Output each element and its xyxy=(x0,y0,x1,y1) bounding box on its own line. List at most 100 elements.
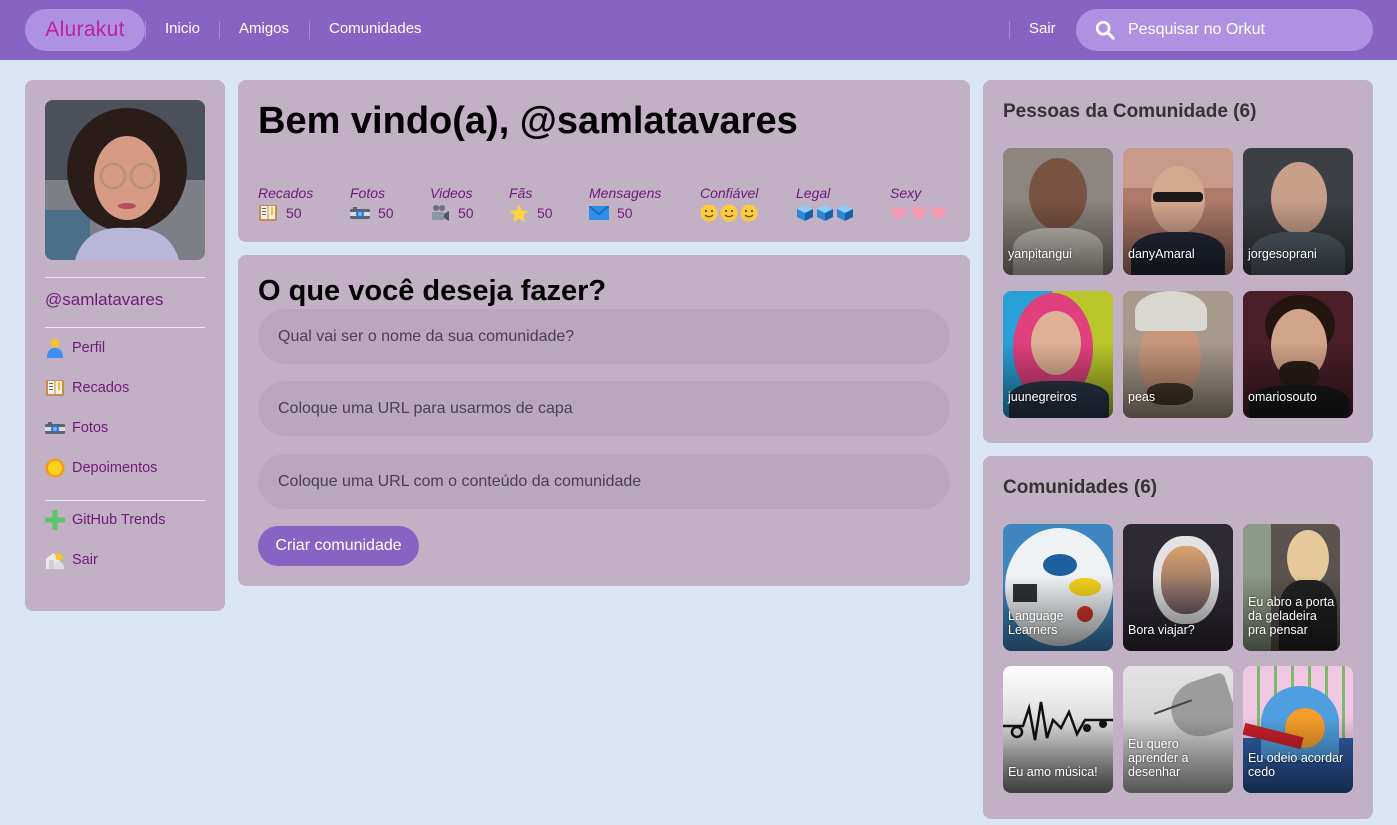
rating-label: Sexy xyxy=(890,185,922,201)
cube-icon xyxy=(817,205,833,221)
tile-shade xyxy=(1123,198,1233,275)
create-community-title: O que você deseja fazer? xyxy=(258,275,607,307)
plus-icon xyxy=(45,510,65,530)
menu-item-label: Depoimentos xyxy=(72,460,158,476)
rating-sexy: Sexy xyxy=(890,185,948,223)
logout-house-icon xyxy=(45,550,65,570)
search-bar[interactable] xyxy=(1076,9,1373,51)
smiley-icon xyxy=(720,204,738,222)
create-community-button[interactable]: Criar comunidade xyxy=(258,526,419,566)
stat-value: 50 xyxy=(537,205,553,221)
stat-value: 50 xyxy=(286,205,302,221)
stat-label: Mensagens xyxy=(589,185,662,201)
person-card[interactable]: peas xyxy=(1123,291,1233,418)
person-name: jorgesoprani xyxy=(1248,247,1317,261)
stat-value: 50 xyxy=(378,205,394,221)
cube-icon xyxy=(837,205,853,221)
stat-label: Recados xyxy=(258,185,314,201)
tile-shade xyxy=(1003,341,1113,418)
cube-icon xyxy=(797,205,813,221)
community-name: Eu abro a porta da geladeira pra pensar xyxy=(1248,595,1335,637)
profile-username[interactable]: @samlatavares xyxy=(45,290,163,310)
community-content-url-input[interactable] xyxy=(258,454,950,509)
nav-link-amigos[interactable]: Amigos xyxy=(239,20,289,37)
welcome-box: Bem vindo(a), @samlatavares Recados 50 F… xyxy=(238,80,970,242)
menu-item-github-trends[interactable]: GitHub Trends xyxy=(45,508,166,532)
community-people-box: Pessoas da Comunidade (6) yanpitangui da… xyxy=(983,80,1373,443)
community-card[interactable]: Eu abro a porta da geladeira pra pensar xyxy=(1243,524,1340,651)
camera-icon xyxy=(350,207,370,219)
top-navigation-bar: Alurakut Inicio Amigos Comunidades Sair xyxy=(0,0,1397,60)
menu-item-sair[interactable]: Sair xyxy=(45,548,98,572)
person-name: peas xyxy=(1128,390,1156,404)
community-card[interactable]: Eu amo música! xyxy=(1003,666,1113,793)
profile-sidebar: @samlatavares Perfil Recados Fotos Depoi… xyxy=(25,80,225,611)
rating-label: Legal xyxy=(796,185,831,201)
nav-link-inicio[interactable]: Inicio xyxy=(165,20,200,37)
nav-divider xyxy=(309,21,310,39)
nav-divider xyxy=(219,21,220,39)
menu-item-recados[interactable]: Recados xyxy=(45,376,129,400)
person-card[interactable]: omariosouto xyxy=(1243,291,1353,418)
community-card[interactable]: Bora viajar? xyxy=(1123,524,1233,651)
menu-item-fotos[interactable]: Fotos xyxy=(45,416,108,440)
communities-box: Comunidades (6) Language Learners Bora v… xyxy=(983,456,1373,819)
stat-videos: Videos 50 xyxy=(430,185,474,223)
community-name: Bora viajar? xyxy=(1128,623,1195,637)
rating-confiavel: Confiável xyxy=(700,185,758,223)
stat-fas: Fãs 50 xyxy=(509,185,553,223)
notebook-icon xyxy=(259,205,277,221)
stat-label: Videos xyxy=(430,185,473,201)
star-icon xyxy=(509,203,529,222)
person-card[interactable]: juunegreiros xyxy=(1003,291,1113,418)
community-name: Eu odeio acordar cedo xyxy=(1248,751,1344,779)
camera-icon xyxy=(45,418,65,438)
rating-label: Confiável xyxy=(700,185,759,201)
community-name: Eu quero aprender a desenhar xyxy=(1128,737,1189,779)
tile-shade xyxy=(1123,574,1233,651)
stat-value: 50 xyxy=(458,205,474,221)
community-card[interactable]: Language Learners xyxy=(1003,524,1113,651)
menu-item-depoimentos[interactable]: Depoimentos xyxy=(45,456,157,480)
tile-shade xyxy=(1243,341,1353,418)
person-photo xyxy=(1135,291,1207,331)
search-icon xyxy=(1095,20,1115,40)
rating-legal: Legal xyxy=(796,185,854,223)
stat-value: 50 xyxy=(617,205,633,221)
menu-item-label: Recados xyxy=(72,380,130,396)
logout-link[interactable]: Sair xyxy=(1029,20,1056,37)
stat-label: Fãs xyxy=(509,185,533,201)
person-name: juunegreiros xyxy=(1008,390,1077,404)
divider xyxy=(45,500,205,501)
community-name: Eu amo música! xyxy=(1008,765,1098,779)
heart-icon xyxy=(891,206,907,220)
tile-shade xyxy=(1003,198,1113,275)
tile-shade xyxy=(1123,341,1233,418)
search-input[interactable] xyxy=(1128,21,1348,39)
alurakut-logo[interactable]: Alurakut xyxy=(25,9,145,51)
video-camera-icon xyxy=(432,205,449,221)
community-name-input[interactable] xyxy=(258,309,950,364)
person-name: danyAmaral xyxy=(1128,247,1195,261)
profile-avatar[interactable] xyxy=(45,100,205,260)
divider xyxy=(45,277,205,278)
nav-link-comunidades[interactable]: Comunidades xyxy=(329,20,422,37)
community-card[interactable]: Eu quero aprender a desenhar xyxy=(1123,666,1233,793)
community-name: Language Learners xyxy=(1008,609,1064,637)
person-card[interactable]: danyAmaral xyxy=(1123,148,1233,275)
divider xyxy=(45,327,205,328)
person-name: omariosouto xyxy=(1248,390,1317,404)
person-card[interactable]: yanpitangui xyxy=(1003,148,1113,275)
person-card[interactable]: jorgesoprani xyxy=(1243,148,1353,275)
menu-item-label: Sair xyxy=(72,552,98,568)
smiley-icon xyxy=(740,204,758,222)
stat-fotos: Fotos 50 xyxy=(350,185,394,223)
tile-shade xyxy=(1243,198,1353,275)
heart-icon xyxy=(931,206,947,220)
community-cover-url-input[interactable] xyxy=(258,381,950,436)
user-icon xyxy=(45,338,65,358)
menu-item-label: Fotos xyxy=(72,420,109,436)
create-community-box: O que você deseja fazer? Criar comunidad… xyxy=(238,255,970,586)
menu-item-perfil[interactable]: Perfil xyxy=(45,336,105,360)
community-card[interactable]: Eu odeio acordar cedo xyxy=(1243,666,1353,793)
